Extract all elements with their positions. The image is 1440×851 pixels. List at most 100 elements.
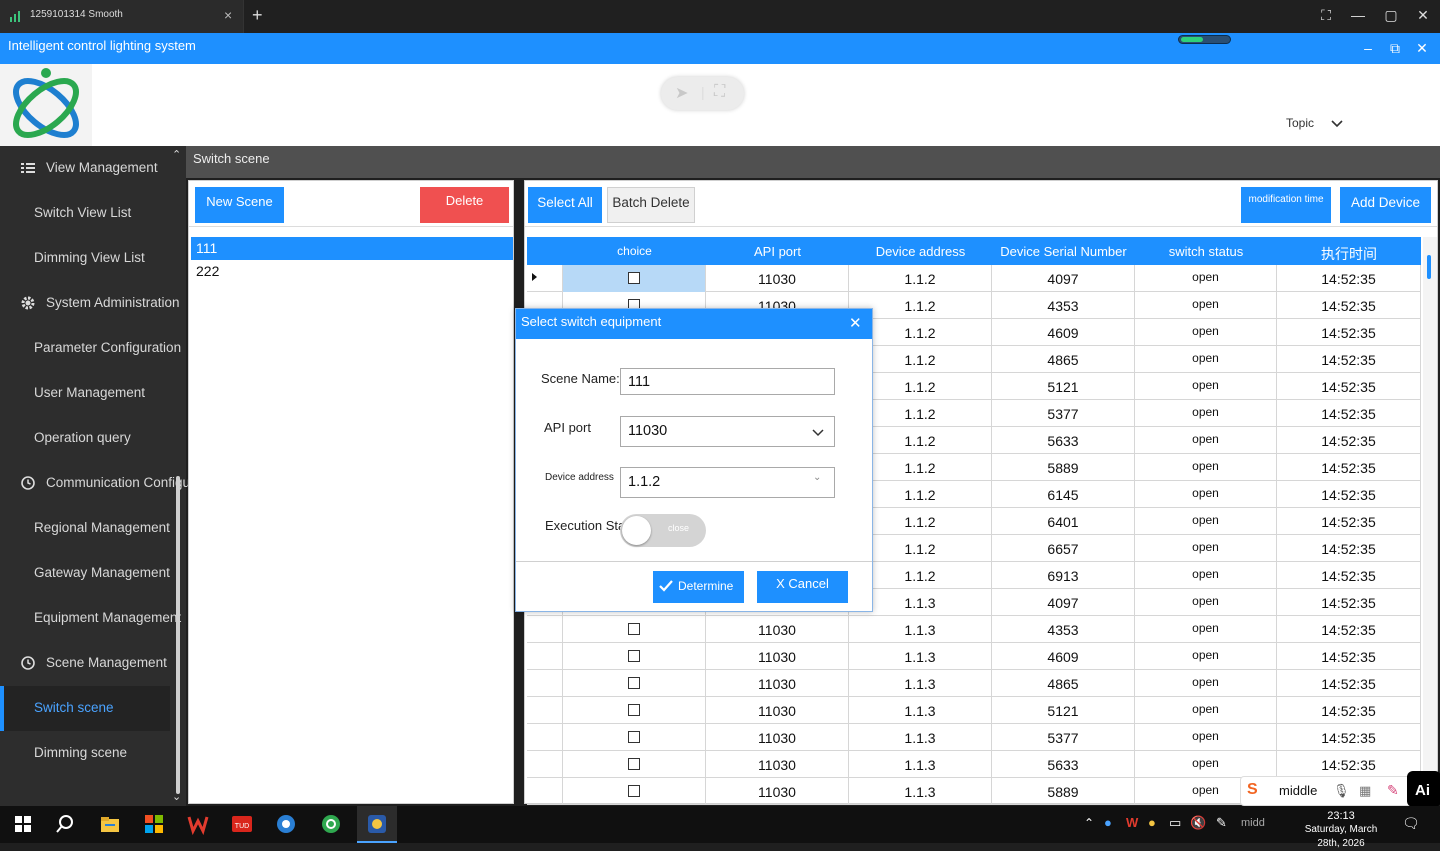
- search-icon[interactable]: [54, 813, 76, 835]
- table-row[interactable]: 11030 1.1.3 4609 open 14:52:35: [527, 643, 1421, 670]
- row-checkbox[interactable]: [628, 272, 640, 284]
- file-explorer-icon[interactable]: [99, 813, 121, 835]
- row-handle[interactable]: [527, 265, 563, 292]
- table-row[interactable]: 11030 1.1.3 5121 open 14:52:35: [527, 697, 1421, 724]
- table-row[interactable]: 11030 1.1.3 4865 open 14:52:35: [527, 670, 1421, 697]
- remote-session-tab[interactable]: 1259101314 Smooth ×: [0, 0, 244, 33]
- chevron-down-icon[interactable]: [811, 425, 825, 439]
- select-all-button[interactable]: Select All: [528, 187, 602, 223]
- windows-start-icon[interactable]: [12, 813, 34, 835]
- close-window-icon[interactable]: ✕: [1413, 7, 1433, 24]
- column-header[interactable]: API port: [706, 244, 849, 259]
- row-handle[interactable]: [527, 724, 563, 751]
- sidebar-item-dimming-scene[interactable]: Dimming scene: [0, 731, 170, 776]
- table-row[interactable]: 11030 1.1.2 4097 open 14:52:35: [527, 265, 1421, 292]
- new-scene-button[interactable]: New Scene: [195, 187, 284, 223]
- sidebar-item-system-administration[interactable]: System Administration: [0, 281, 180, 326]
- row-checkbox[interactable]: [628, 650, 640, 662]
- tray-ime-label[interactable]: midd: [1241, 817, 1265, 829]
- column-header[interactable]: Device Serial Number: [992, 244, 1135, 259]
- sidebar-item-scene-management[interactable]: Scene Management: [0, 641, 170, 686]
- ime-mode-label[interactable]: middle: [1279, 783, 1317, 798]
- api-port-select[interactable]: 11030: [620, 416, 835, 447]
- scroll-down-icon[interactable]: ⌄: [172, 790, 181, 803]
- row-checkbox[interactable]: [628, 623, 640, 635]
- maximize-icon[interactable]: ▢: [1381, 7, 1401, 24]
- green-browser-icon[interactable]: [320, 813, 342, 835]
- sidebar-scrollbar[interactable]: [176, 476, 180, 794]
- notification-icon[interactable]: 🗨: [1402, 815, 1420, 832]
- scene-list-item[interactable]: 222: [191, 260, 513, 283]
- minimize-icon[interactable]: —: [1348, 7, 1368, 23]
- row-checkbox[interactable]: [628, 704, 640, 716]
- sidebar-item-equipment-management[interactable]: Equipment Management: [0, 596, 181, 641]
- app-close-icon[interactable]: ✕: [1413, 40, 1431, 57]
- keyboard-icon[interactable]: ▦: [1359, 783, 1371, 799]
- mic-icon[interactable]: 🎙: [1333, 783, 1350, 799]
- chevron-down-icon[interactable]: [1330, 116, 1344, 130]
- row-checkbox[interactable]: [628, 758, 640, 770]
- table-scrollbar-thumb[interactable]: [1427, 255, 1431, 279]
- ai-button[interactable]: Ai: [1407, 771, 1440, 807]
- dropdown-icon[interactable]: ⌄: [813, 472, 821, 483]
- row-handle[interactable]: [527, 670, 563, 697]
- tray-network-icon[interactable]: ●: [1104, 815, 1112, 830]
- tray-wps-icon[interactable]: W: [1126, 815, 1138, 830]
- sidebar-item-user-management[interactable]: User Management: [0, 371, 170, 416]
- row-checkbox[interactable]: [628, 677, 640, 689]
- determine-button[interactable]: Determine: [653, 571, 744, 603]
- wps-icon[interactable]: [187, 813, 209, 835]
- sidebar-item-view-management[interactable]: View Management: [0, 146, 170, 191]
- expand-icon[interactable]: ⛶: [714, 83, 725, 101]
- scene-name-input[interactable]: 111: [620, 368, 835, 395]
- sidebar-item-switch-view-list[interactable]: Switch View List: [0, 191, 170, 236]
- sidebar-item-regional-management[interactable]: Regional Management: [0, 506, 170, 551]
- row-handle[interactable]: [527, 751, 563, 778]
- table-row[interactable]: 11030 1.1.3 4353 open 14:52:35: [527, 616, 1421, 643]
- scroll-up-icon[interactable]: ⌃: [172, 148, 181, 161]
- column-header[interactable]: 执行时间: [1277, 244, 1421, 264]
- device-address-select[interactable]: 1.1.2 ⌄: [620, 467, 835, 498]
- system-clock[interactable]: 23:13 Saturday, March 28th, 2026: [1295, 809, 1387, 851]
- app-restore-icon[interactable]: ⧉: [1386, 40, 1404, 57]
- browser-icon[interactable]: [275, 813, 297, 835]
- sidebar-item-operation-query[interactable]: Operation query: [0, 416, 170, 461]
- add-device-button[interactable]: Add Device: [1340, 187, 1431, 223]
- table-row[interactable]: 11030 1.1.3 5377 open 14:52:35: [527, 724, 1421, 751]
- tray-expand-icon[interactable]: ⌃: [1084, 816, 1094, 830]
- sidebar-item-gateway-management[interactable]: Gateway Management: [0, 551, 170, 596]
- dialog-close-icon[interactable]: ✕: [849, 314, 862, 332]
- cursor-icon[interactable]: ➤: [675, 83, 688, 103]
- skin-icon[interactable]: ✎: [1387, 782, 1399, 799]
- store-icon[interactable]: [143, 813, 165, 835]
- sidebar-item-switch-scene[interactable]: Switch scene: [0, 686, 170, 731]
- topic-label[interactable]: Topic: [1286, 116, 1314, 130]
- tray-display-icon[interactable]: ▭: [1169, 815, 1181, 831]
- modification-time-button[interactable]: modification time: [1241, 187, 1331, 223]
- pen-icon[interactable]: ✎: [1216, 815, 1227, 831]
- fullscreen-icon[interactable]: ⛶: [1316, 7, 1336, 24]
- row-checkbox[interactable]: [628, 785, 640, 797]
- row-checkbox[interactable]: [628, 731, 640, 743]
- sidebar-item-parameter-configuration[interactable]: Parameter Configuration: [0, 326, 181, 371]
- sidebar-item-dimming-view-list[interactable]: Dimming View List: [0, 236, 170, 281]
- new-tab-icon[interactable]: +: [252, 5, 263, 26]
- cancel-button[interactable]: X Cancel: [757, 571, 848, 603]
- delete-scene-button[interactable]: Delete: [420, 187, 509, 223]
- tray-app-icon[interactable]: ●: [1148, 815, 1156, 830]
- execution-status-toggle[interactable]: close: [620, 514, 706, 547]
- scene-list-item[interactable]: 111: [191, 237, 513, 260]
- row-handle[interactable]: [527, 778, 563, 805]
- sogou-icon[interactable]: S: [1247, 781, 1258, 799]
- batch-delete-button[interactable]: Batch Delete: [607, 187, 695, 223]
- remote-media-control[interactable]: ➤ | ⛶: [661, 77, 744, 110]
- close-tab-icon[interactable]: ×: [224, 7, 232, 23]
- volume-mute-icon[interactable]: 🔇: [1190, 815, 1206, 831]
- sidebar-item-communication-configuration[interactable]: Communication Configuration: [0, 461, 224, 506]
- row-handle[interactable]: [527, 643, 563, 670]
- column-header[interactable]: switch status: [1135, 244, 1277, 259]
- table-row[interactable]: 11030 1.1.3 5633 open 14:52:35: [527, 751, 1421, 778]
- row-handle[interactable]: [527, 697, 563, 724]
- column-header[interactable]: Device address: [849, 244, 992, 259]
- row-handle[interactable]: [527, 616, 563, 643]
